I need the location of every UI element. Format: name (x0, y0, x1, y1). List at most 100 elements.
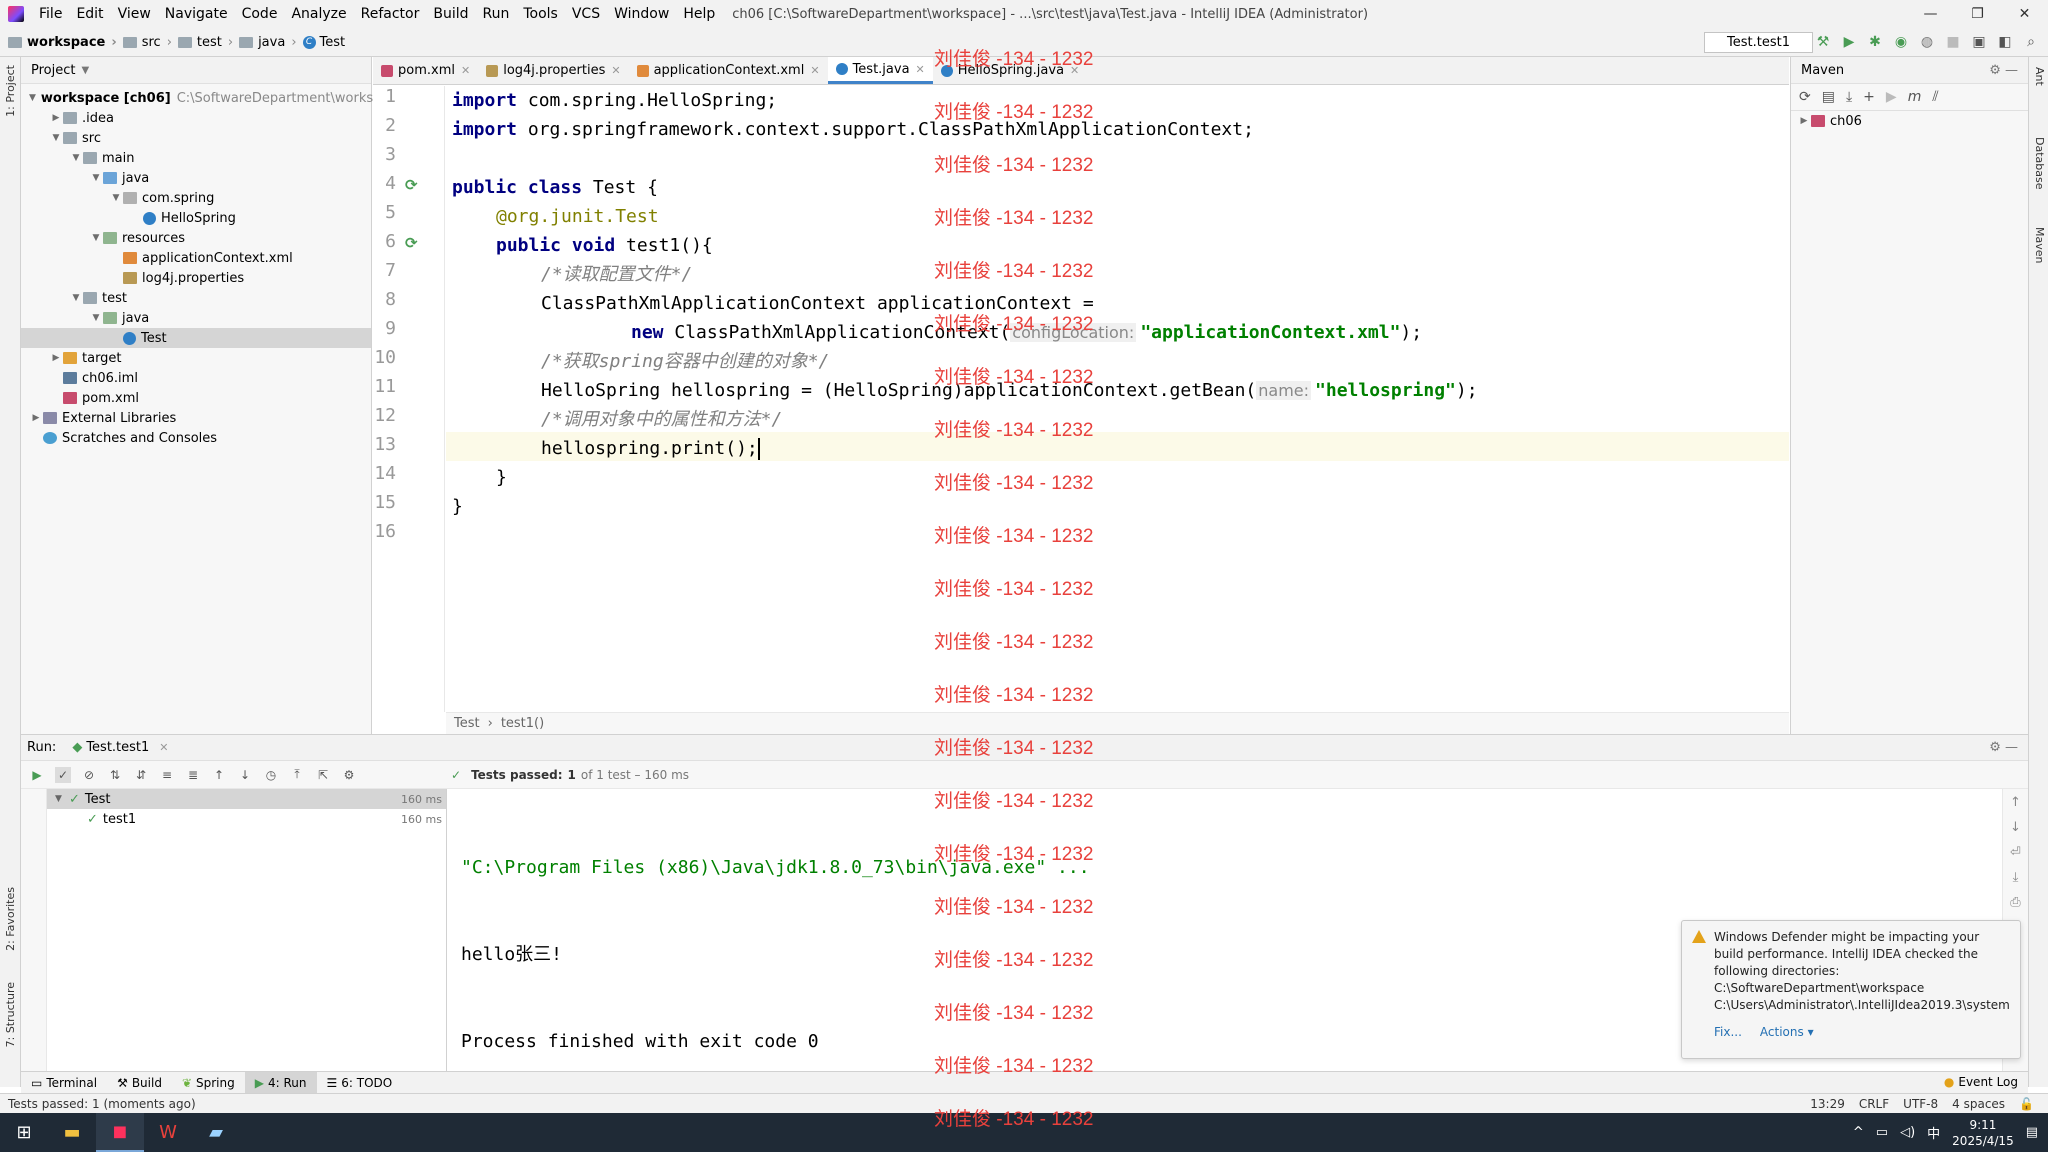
database-tool-label[interactable]: Database (2033, 137, 2046, 190)
breadcrumb-test-class[interactable]: C Test (302, 35, 345, 50)
tree-item-applicationcontext-xml[interactable]: applicationContext.xml (21, 248, 371, 268)
sort-alpha-icon[interactable]: ⇅ (107, 767, 123, 783)
breadcrumb-test[interactable]: test › (177, 35, 233, 50)
clock[interactable]: 9:11 2025/4/15 (1952, 1117, 2014, 1149)
tree-item-test-class[interactable]: Test (21, 328, 371, 348)
menu-run[interactable]: Run (476, 6, 517, 22)
settings-icon[interactable]: ⚙ (341, 767, 357, 783)
tree-item-workspace[interactable]: ▼ workspace [ch06] C:\SoftwareDepartment\w… (21, 88, 405, 108)
network-icon[interactable]: ▭ (1876, 1125, 1888, 1140)
fix-link[interactable]: Fix... (1714, 1024, 1742, 1041)
run-test-method-icon[interactable]: ⟳ (405, 234, 423, 252)
event-log-button[interactable]: ● Event Log (1944, 1075, 2018, 1089)
run-maven-icon[interactable]: ▶ (1886, 89, 1897, 105)
actions-dropdown[interactable]: Actions ▾ (1760, 1024, 1814, 1041)
tab-run[interactable]: ▶ 4: Run (244, 1071, 317, 1094)
gear-icon[interactable]: ⚙ — (1989, 740, 2018, 755)
tree-item-src[interactable]: ▼ src (21, 128, 371, 148)
menu-view[interactable]: View (111, 6, 158, 22)
build-hammer-icon[interactable]: ⚒ (1814, 33, 1832, 51)
tree-item-target[interactable]: ▶ target (21, 348, 371, 368)
close-tab-icon[interactable]: ✕ (810, 64, 819, 77)
tab-spring[interactable]: ❦ Spring (172, 1072, 245, 1094)
soft-wrap-icon[interactable]: ⏎ (2010, 845, 2021, 860)
lock-icon[interactable]: 🔓 (2019, 1097, 2034, 1111)
menu-navigate[interactable]: Navigate (158, 6, 235, 22)
menu-refactor[interactable]: Refactor (354, 6, 427, 22)
notifications-icon[interactable]: ▤ (2026, 1125, 2038, 1140)
tab-test-java[interactable]: Test.java ✕ (827, 57, 933, 84)
print-icon[interactable]: ⎙ (2010, 895, 2020, 910)
show-ignored-icon[interactable]: ⊘ (81, 767, 97, 783)
tree-item-com-spring[interactable]: ▼ com.spring (21, 188, 371, 208)
next-test-icon[interactable]: ↓ (237, 767, 253, 783)
generate-sources-icon[interactable]: ▤ (1822, 89, 1835, 105)
reload-icon[interactable]: ⟳ (1799, 89, 1811, 105)
status-message[interactable]: Tests passed: 1 (moments ago) (8, 1097, 196, 1111)
menu-help[interactable]: Help (676, 6, 722, 22)
tree-item-main-java[interactable]: ▼ java (21, 168, 371, 188)
collapse-all-icon[interactable]: ≣ (185, 767, 201, 783)
file-explorer-icon[interactable]: ▬ (48, 1113, 96, 1152)
menu-window[interactable]: Window (607, 6, 676, 22)
tab-build[interactable]: ⚒ Build (107, 1072, 172, 1094)
breadcrumb-java[interactable]: java › (239, 35, 297, 50)
menu-edit[interactable]: Edit (69, 6, 110, 22)
tree-item-test-java[interactable]: ▼ java (21, 308, 371, 328)
execute-goal-icon[interactable]: m (1908, 89, 1922, 105)
breadcrumb-src[interactable]: src › (122, 35, 172, 50)
caret-position[interactable]: 13:29 (1810, 1097, 1845, 1111)
debug-icon[interactable]: ✱ (1866, 33, 1884, 51)
coverage-icon[interactable]: ◉ (1892, 33, 1910, 51)
tray-expand-icon[interactable]: ^ (1853, 1125, 1864, 1140)
file-encoding[interactable]: UTF-8 (1903, 1097, 1938, 1111)
rerun-icon[interactable]: ▶ (29, 767, 45, 783)
project-tool-label[interactable]: 1: Project (4, 65, 17, 117)
sort-duration-icon[interactable]: ⇵ (133, 767, 149, 783)
layout-icon[interactable]: ◧ (1996, 33, 2014, 51)
windows-start-icon[interactable]: ⊞ (0, 1113, 48, 1152)
tree-item-ch06-iml[interactable]: ch06.iml (21, 368, 371, 388)
maven-tool-label[interactable]: Maven (2033, 227, 2046, 263)
close-tab-icon[interactable]: ✕ (916, 63, 925, 76)
structure-tool-label[interactable]: 7: Structure (4, 982, 17, 1047)
test-result-row[interactable]: ✓ test1 160 ms (47, 809, 446, 829)
tree-item-hellospring[interactable]: HelloSpring (21, 208, 371, 228)
menu-code[interactable]: Code (235, 6, 285, 22)
wps-icon[interactable]: W (144, 1113, 192, 1152)
project-view-select[interactable]: Project (31, 63, 75, 78)
run-tab[interactable]: ◆ Test.test1 ✕ (72, 740, 168, 755)
restore-button[interactable]: ❐ (1954, 0, 2001, 28)
history-icon[interactable]: ◷ (263, 767, 279, 783)
expand-all-icon[interactable]: ≡ (159, 767, 175, 783)
tree-item-idea[interactable]: ▶ .idea (21, 108, 371, 128)
indent-setting[interactable]: 4 spaces (1952, 1097, 2005, 1111)
tab-applicationcontext-xml[interactable]: applicationContext.xml ✕ (629, 57, 828, 84)
maven-project-ch06[interactable]: ▶ ch06 (1791, 111, 2028, 131)
profile-icon[interactable]: ◍ (1918, 33, 1936, 51)
scroll-down-icon[interactable]: ↓ (2010, 820, 2021, 835)
notepad-icon[interactable]: ▰ (192, 1113, 240, 1152)
close-tab-icon[interactable]: ✕ (461, 64, 470, 77)
ime-indicator[interactable]: 中 (1927, 1123, 1940, 1142)
menu-vcs[interactable]: VCS (565, 6, 607, 22)
code-editor[interactable]: import com.spring.HelloSpring; import or… (446, 86, 1789, 712)
tree-item-scratches[interactable]: Scratches and Consoles (21, 428, 371, 448)
search-icon[interactable]: ⌕ (2022, 33, 2040, 51)
tab-pom-xml[interactable]: pom.xml ✕ (373, 57, 478, 84)
test-result-row[interactable]: ▼ ✓ Test 160 ms (47, 789, 446, 809)
stop-icon[interactable]: ■ (1944, 33, 1962, 51)
tree-item-test[interactable]: ▼ test (21, 288, 371, 308)
tree-item-log4j-properties[interactable]: log4j.properties (21, 268, 371, 288)
menu-build[interactable]: Build (426, 6, 475, 22)
tree-item-pom-xml[interactable]: pom.xml (21, 388, 371, 408)
close-tab-icon[interactable]: ✕ (611, 64, 620, 77)
toggle-offline-icon[interactable]: ⫽ (1932, 89, 1938, 105)
tab-log4j-properties[interactable]: log4j.properties ✕ (478, 57, 628, 84)
run-configuration-select[interactable]: Test.test1 (1704, 32, 1813, 53)
add-icon[interactable]: + (1863, 89, 1875, 105)
breadcrumb-workspace[interactable]: workspace › (8, 35, 117, 50)
import-tests-icon[interactable]: ⤒ (289, 767, 305, 783)
crumb-class[interactable]: Test (454, 716, 480, 731)
scroll-to-end-icon[interactable]: ⤓ (2013, 870, 2019, 885)
